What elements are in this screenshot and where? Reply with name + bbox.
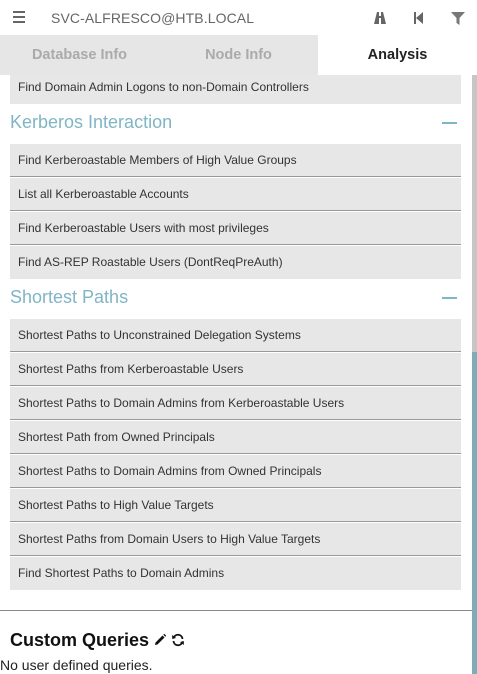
query-item[interactable]: Shortest Paths from Kerberoastable Users [10,353,461,386]
refresh-icon[interactable] [171,633,185,647]
section-header-shortest-paths: Shortest Paths [10,282,461,316]
query-item[interactable]: Find Domain Admin Logons to non-Domain C… [10,75,461,104]
tab-database-info[interactable]: Database Info [0,35,159,75]
query-item[interactable]: Find Shortest Paths to Domain Admins [10,557,461,590]
section-title: Shortest Paths [10,287,129,307]
top-bar: SVC-ALFRESCO@HTB.LOCAL [0,0,477,35]
query-item[interactable]: Shortest Paths to Domain Admins from Own… [10,455,461,488]
analysis-panel: Find Domain Admin Logons to non-Domain C… [0,75,472,674]
query-item[interactable]: Shortest Paths from Domain Users to High… [10,523,461,556]
collapse-icon[interactable] [442,122,457,124]
query-item[interactable]: Shortest Path from Owned Principals [10,421,461,454]
back-icon[interactable] [410,9,428,27]
query-item[interactable]: Find Kerberoastable Users with most priv… [10,212,461,245]
query-item[interactable]: Shortest Paths to Domain Admins from Ker… [10,387,461,420]
section-header-kerberos: Kerberos Interaction [10,107,461,141]
query-item[interactable]: Shortest Paths to Unconstrained Delegati… [10,319,461,352]
section-title: Kerberos Interaction [10,112,173,132]
tab-node-info[interactable]: Node Info [159,35,318,75]
scrollbar-thumb[interactable] [472,352,477,674]
custom-queries-title: Custom Queries [10,630,150,650]
selected-node-title: SVC-ALFRESCO@HTB.LOCAL [51,10,255,26]
tab-bar: Database Info Node Info Analysis [0,35,477,75]
query-item[interactable]: Shortest Paths to High Value Targets [10,489,461,522]
edit-icon[interactable] [153,633,167,647]
collapse-icon[interactable] [442,297,457,299]
query-item[interactable]: Find Kerberoastable Members of High Valu… [10,144,461,177]
query-item[interactable]: Find AS-REP Roastable Users (DontReqPreA… [10,246,461,279]
filter-icon[interactable] [449,9,467,27]
tab-analysis[interactable]: Analysis [318,35,477,75]
divider [0,610,472,611]
query-item[interactable]: List all Kerberoastable Accounts [10,178,461,211]
pathfinding-icon[interactable] [371,9,389,27]
menu-icon[interactable] [13,11,25,23]
no-custom-queries-text: No user defined queries. [0,657,153,673]
